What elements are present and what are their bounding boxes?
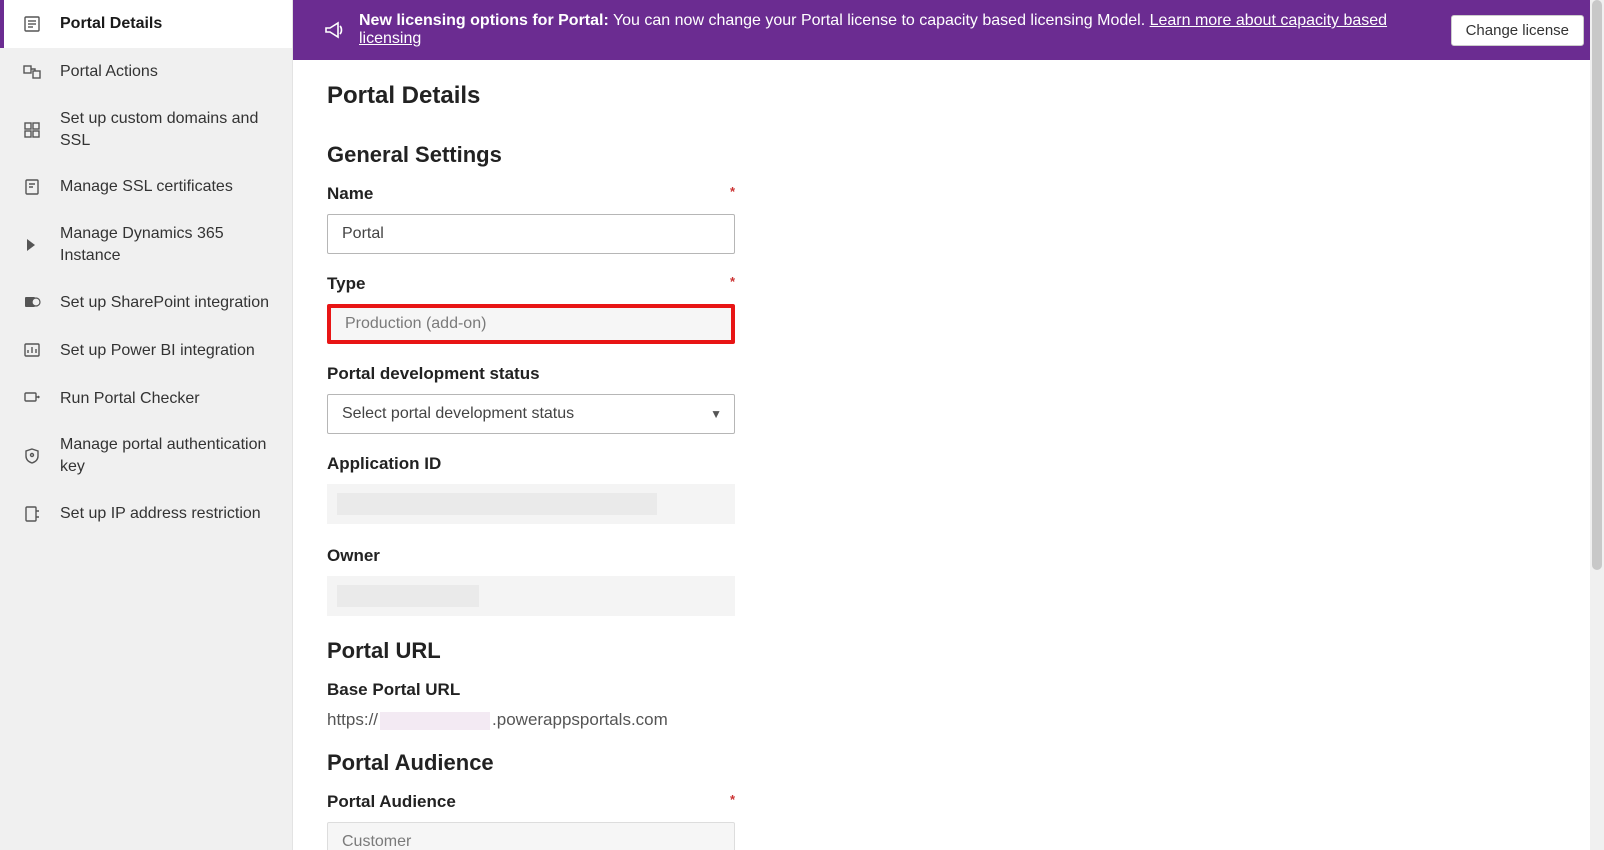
- sidebar-item-label: Run Portal Checker: [60, 388, 200, 410]
- sidebar-item-sharepoint[interactable]: Set up SharePoint integration: [0, 278, 292, 326]
- sidebar-item-label: Portal Details: [60, 13, 162, 35]
- base-url-label: Base Portal URL: [327, 680, 735, 700]
- dynamics-icon: [22, 235, 42, 255]
- content-area: Portal Details General Settings Name Typ…: [293, 60, 1604, 850]
- page-title: Portal Details: [327, 82, 1570, 110]
- dev-status-value: Select portal development status: [342, 405, 574, 423]
- name-input[interactable]: [327, 214, 735, 254]
- sidebar-item-dynamics[interactable]: Manage Dynamics 365 Instance: [0, 211, 292, 278]
- portal-audience-title: Portal Audience: [327, 750, 1570, 776]
- domains-icon: [22, 120, 42, 140]
- general-settings-title: General Settings: [327, 142, 1570, 168]
- sidebar-item-ssl-certs[interactable]: Manage SSL certificates: [0, 163, 292, 211]
- banner-text: New licensing options for Portal: You ca…: [359, 12, 1437, 48]
- powerbi-icon: [22, 340, 42, 360]
- app-id-value-redacted: [327, 484, 735, 524]
- sidebar-item-portal-details[interactable]: Portal Details: [0, 0, 292, 48]
- portal-audience-input: [327, 822, 735, 850]
- sidebar-item-label: Set up custom domains and SSL: [60, 108, 274, 151]
- sidebar-item-label: Manage portal authentication key: [60, 434, 274, 477]
- portal-audience-label: Portal Audience: [327, 792, 735, 812]
- scrollbar-vertical[interactable]: [1590, 0, 1604, 850]
- url-prefix: https://: [327, 710, 378, 729]
- change-license-button[interactable]: Change license: [1451, 15, 1584, 46]
- banner-body: You can now change your Portal license t…: [609, 12, 1150, 29]
- url-suffix: .powerappsportals.com: [492, 710, 668, 729]
- portal-url-title: Portal URL: [327, 638, 1570, 664]
- ip-icon: [22, 504, 42, 524]
- sharepoint-icon: [22, 292, 42, 312]
- sidebar-item-label: Set up IP address restriction: [60, 503, 261, 525]
- owner-value-redacted: [327, 576, 735, 616]
- sidebar-item-label: Set up Power BI integration: [60, 340, 255, 362]
- sidebar-item-ip-restriction[interactable]: Set up IP address restriction: [0, 490, 292, 538]
- sidebar-item-powerbi[interactable]: Set up Power BI integration: [0, 326, 292, 374]
- sidebar-item-portal-actions[interactable]: Portal Actions: [0, 48, 292, 96]
- app-id-label: Application ID: [327, 454, 735, 474]
- type-label: Type: [327, 274, 735, 294]
- sidebar-item-label: Set up SharePoint integration: [60, 292, 269, 314]
- scrollbar-thumb[interactable]: [1592, 0, 1602, 570]
- base-url-value: https:// .powerappsportals.com: [327, 710, 1570, 730]
- type-input: [327, 304, 735, 344]
- name-label: Name: [327, 184, 735, 204]
- banner-strong: New licensing options for Portal:: [359, 12, 609, 29]
- chevron-down-icon: ▼: [710, 407, 722, 421]
- sidebar-item-label: Manage SSL certificates: [60, 176, 233, 198]
- owner-label: Owner: [327, 546, 735, 566]
- dev-status-select[interactable]: Select portal development status ▼: [327, 394, 735, 434]
- checker-icon: [22, 388, 42, 408]
- cert-icon: [22, 177, 42, 197]
- shield-icon: [22, 446, 42, 466]
- dev-status-label: Portal development status: [327, 364, 735, 384]
- sidebar-item-label: Portal Actions: [60, 61, 158, 83]
- main-content-wrapper: New licensing options for Portal: You ca…: [293, 0, 1604, 850]
- sidebar-item-label: Manage Dynamics 365 Instance: [60, 223, 274, 266]
- details-icon: [22, 14, 42, 34]
- megaphone-icon: [323, 19, 345, 41]
- sidebar: Portal Details Portal Actions Set up cus…: [0, 0, 293, 850]
- licensing-banner: New licensing options for Portal: You ca…: [293, 0, 1604, 60]
- url-redacted: [380, 712, 490, 730]
- sidebar-item-portal-checker[interactable]: Run Portal Checker: [0, 374, 292, 422]
- actions-icon: [22, 62, 42, 82]
- sidebar-item-auth-key[interactable]: Manage portal authentication key: [0, 422, 292, 489]
- sidebar-item-custom-domains[interactable]: Set up custom domains and SSL: [0, 96, 292, 163]
